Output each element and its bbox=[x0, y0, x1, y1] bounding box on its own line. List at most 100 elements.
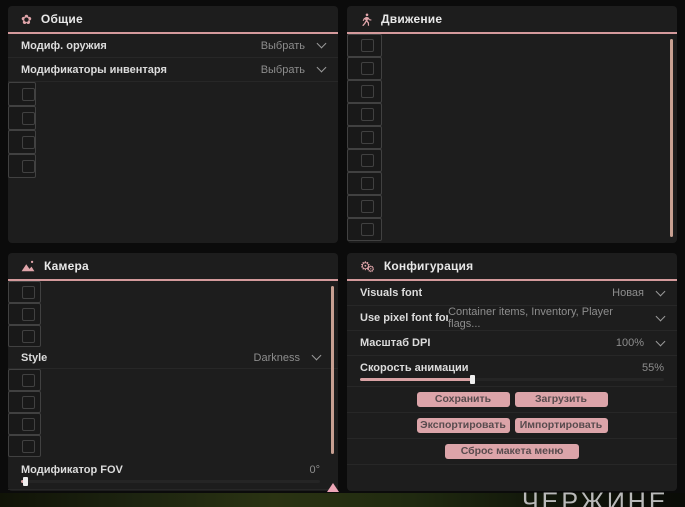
panel-movement-rows: Всегда бегатьSpeed hack x2.3Высокий прыж… bbox=[347, 34, 677, 241]
checkbox[interactable] bbox=[22, 395, 35, 409]
slider-fill bbox=[360, 377, 473, 381]
export-button[interactable]: Экспортировать bbox=[416, 418, 510, 433]
setting-row: Показать радар bbox=[8, 106, 36, 130]
checkbox[interactable] bbox=[22, 307, 35, 321]
checkbox[interactable] bbox=[361, 131, 374, 144]
dropdown[interactable]: Container items, Inventory, Player flags… bbox=[448, 306, 666, 330]
panel-movement-header: Движение bbox=[347, 6, 677, 34]
checkbox[interactable] bbox=[22, 285, 35, 299]
dropdown-value: Darkness bbox=[253, 351, 300, 364]
chevron-down-icon bbox=[655, 286, 666, 296]
setting-row: Всегда бегать bbox=[347, 34, 382, 57]
setting-row: Style Darkness bbox=[8, 347, 338, 369]
setting-row: Масштаб DPI 100% bbox=[347, 331, 677, 356]
setting-row: Тепловое зрение bbox=[8, 325, 41, 347]
setting-row: Модификатор FOV 0° bbox=[8, 457, 338, 490]
dropdown[interactable]: Выбрать bbox=[260, 38, 327, 52]
panel-configuration: ⚙ ⚙ Конфигурация Visuals font Новая Use pix… bbox=[347, 253, 677, 491]
setting-row: Модификаторы инвентаря Выбрать bbox=[8, 58, 338, 82]
panel-title: Конфигурация bbox=[383, 259, 474, 273]
checkbox[interactable] bbox=[361, 85, 374, 98]
flower-icon: ✿ bbox=[21, 11, 32, 27]
slider-handle[interactable] bbox=[23, 476, 29, 486]
reset-menu-layout-button[interactable]: Сброс макета меню bbox=[444, 444, 580, 459]
setting-row: Бесконечная стамина и нет усталости bbox=[347, 149, 382, 172]
checkbox[interactable] bbox=[361, 39, 374, 52]
mod-menu-screen: ЧЕРЖИНЕ ✿ Общие Модиф. оружия Выбрать Моди… bbox=[0, 0, 685, 507]
panel-configuration-header: ⚙ ⚙ Конфигурация bbox=[347, 253, 677, 281]
checkbox[interactable] bbox=[361, 223, 374, 236]
setting-row: Speed hack x2.3 bbox=[347, 57, 382, 80]
dropdown-value: 100% bbox=[615, 337, 644, 349]
setting-row: Visuals font Новая bbox=[347, 281, 677, 306]
panel-title: Общие bbox=[40, 12, 83, 26]
setting-row: Идеальное физическое состояние bbox=[347, 103, 382, 126]
setting-row: Нет инерции bbox=[347, 195, 382, 218]
checkbox[interactable] bbox=[22, 159, 35, 173]
buttons-row: Сохранить Загрузить bbox=[347, 387, 677, 413]
setting-row: Скорость анимации 55% bbox=[347, 356, 677, 387]
checkbox[interactable] bbox=[361, 177, 374, 190]
setting-label: Масштаб DPI bbox=[360, 337, 431, 349]
load-button[interactable]: Загрузить bbox=[514, 392, 608, 407]
setting-row: K/D сбрасыватель bbox=[8, 154, 36, 178]
panel-title: Камера bbox=[44, 259, 89, 273]
setting-row: Use pixel font for Container items, Inven… bbox=[347, 306, 677, 331]
panel-general-rows: Модиф. оружия Выбрать Модификаторы инвента… bbox=[8, 34, 338, 178]
setting-row: Высокий прыжок bbox=[347, 80, 382, 103]
checkbox[interactable] bbox=[361, 200, 374, 213]
setting-row: Сайлент лут bbox=[8, 82, 36, 106]
checkbox[interactable] bbox=[22, 373, 35, 387]
save-button[interactable]: Сохранить bbox=[416, 392, 510, 407]
setting-row: Отключить таймер Anti-AFK bbox=[8, 130, 36, 154]
setting-label: Visuals font bbox=[360, 287, 423, 299]
checkbox[interactable] bbox=[361, 62, 374, 75]
setting-label: Style bbox=[21, 351, 48, 364]
runner-icon bbox=[360, 12, 372, 26]
dropdown-value: Container items, Inventory, Player flags… bbox=[448, 306, 613, 330]
scrollbar[interactable] bbox=[670, 39, 673, 237]
chevron-down-icon bbox=[311, 350, 322, 361]
checkbox[interactable] bbox=[22, 329, 35, 343]
mouse-cursor bbox=[327, 483, 339, 492]
setting-label: Скорость анимации bbox=[360, 361, 469, 374]
slider-track[interactable] bbox=[21, 476, 320, 486]
checkbox[interactable] bbox=[22, 439, 35, 453]
setting-row: No effects bbox=[8, 281, 41, 303]
checkbox[interactable] bbox=[22, 417, 35, 431]
setting-row: Без дебаффа перегруз bbox=[347, 172, 382, 195]
setting-label: Use pixel font for bbox=[360, 312, 449, 324]
dropdown-value: Выбрать bbox=[260, 63, 305, 76]
dropdown-value: Новая bbox=[612, 287, 644, 299]
checkbox[interactable] bbox=[361, 154, 374, 167]
checkbox[interactable] bbox=[22, 87, 35, 101]
setting-row: Ночное видение bbox=[8, 369, 41, 391]
setting-label: Модификаторы инвентаря bbox=[21, 63, 167, 76]
setting-label: Модиф. оружия bbox=[21, 39, 107, 52]
picture-icon bbox=[21, 260, 35, 272]
dropdown[interactable]: Darkness bbox=[253, 350, 322, 364]
dropdown[interactable]: Выбрать bbox=[260, 62, 327, 76]
scrollbar[interactable] bbox=[331, 286, 334, 454]
slider-handle[interactable] bbox=[470, 374, 476, 384]
gears-icon: ⚙ ⚙ bbox=[360, 259, 375, 274]
slider-value: 0° bbox=[309, 463, 320, 476]
import-button[interactable]: Импортировать bbox=[514, 418, 608, 433]
panel-title: Движение bbox=[381, 12, 443, 26]
dropdown-value: Выбрать bbox=[260, 39, 305, 52]
chevron-down-icon bbox=[316, 38, 327, 49]
panel-general: ✿ Общие Модиф. оружия Выбрать Модификаторы… bbox=[8, 6, 338, 243]
setting-row: Модиф. оружия Выбрать bbox=[8, 34, 338, 58]
setting-row: Свободная камера bbox=[8, 391, 41, 413]
panel-configuration-rows: Visuals font Новая Use pixel font for Conta… bbox=[347, 281, 677, 465]
checkbox[interactable] bbox=[22, 111, 35, 125]
chevron-down-icon bbox=[316, 62, 327, 73]
setting-label: Модификатор FOV bbox=[21, 463, 123, 476]
dropdown[interactable]: 100% bbox=[615, 336, 666, 349]
panel-camera-rows: No effectsНет шлемаТепловое зрение Style D… bbox=[8, 281, 338, 490]
dropdown[interactable]: Новая bbox=[612, 286, 666, 299]
buttons-row: Сброс макета меню bbox=[347, 439, 677, 465]
checkbox[interactable] bbox=[361, 108, 374, 121]
checkbox[interactable] bbox=[22, 135, 35, 149]
slider-track[interactable] bbox=[360, 374, 664, 384]
